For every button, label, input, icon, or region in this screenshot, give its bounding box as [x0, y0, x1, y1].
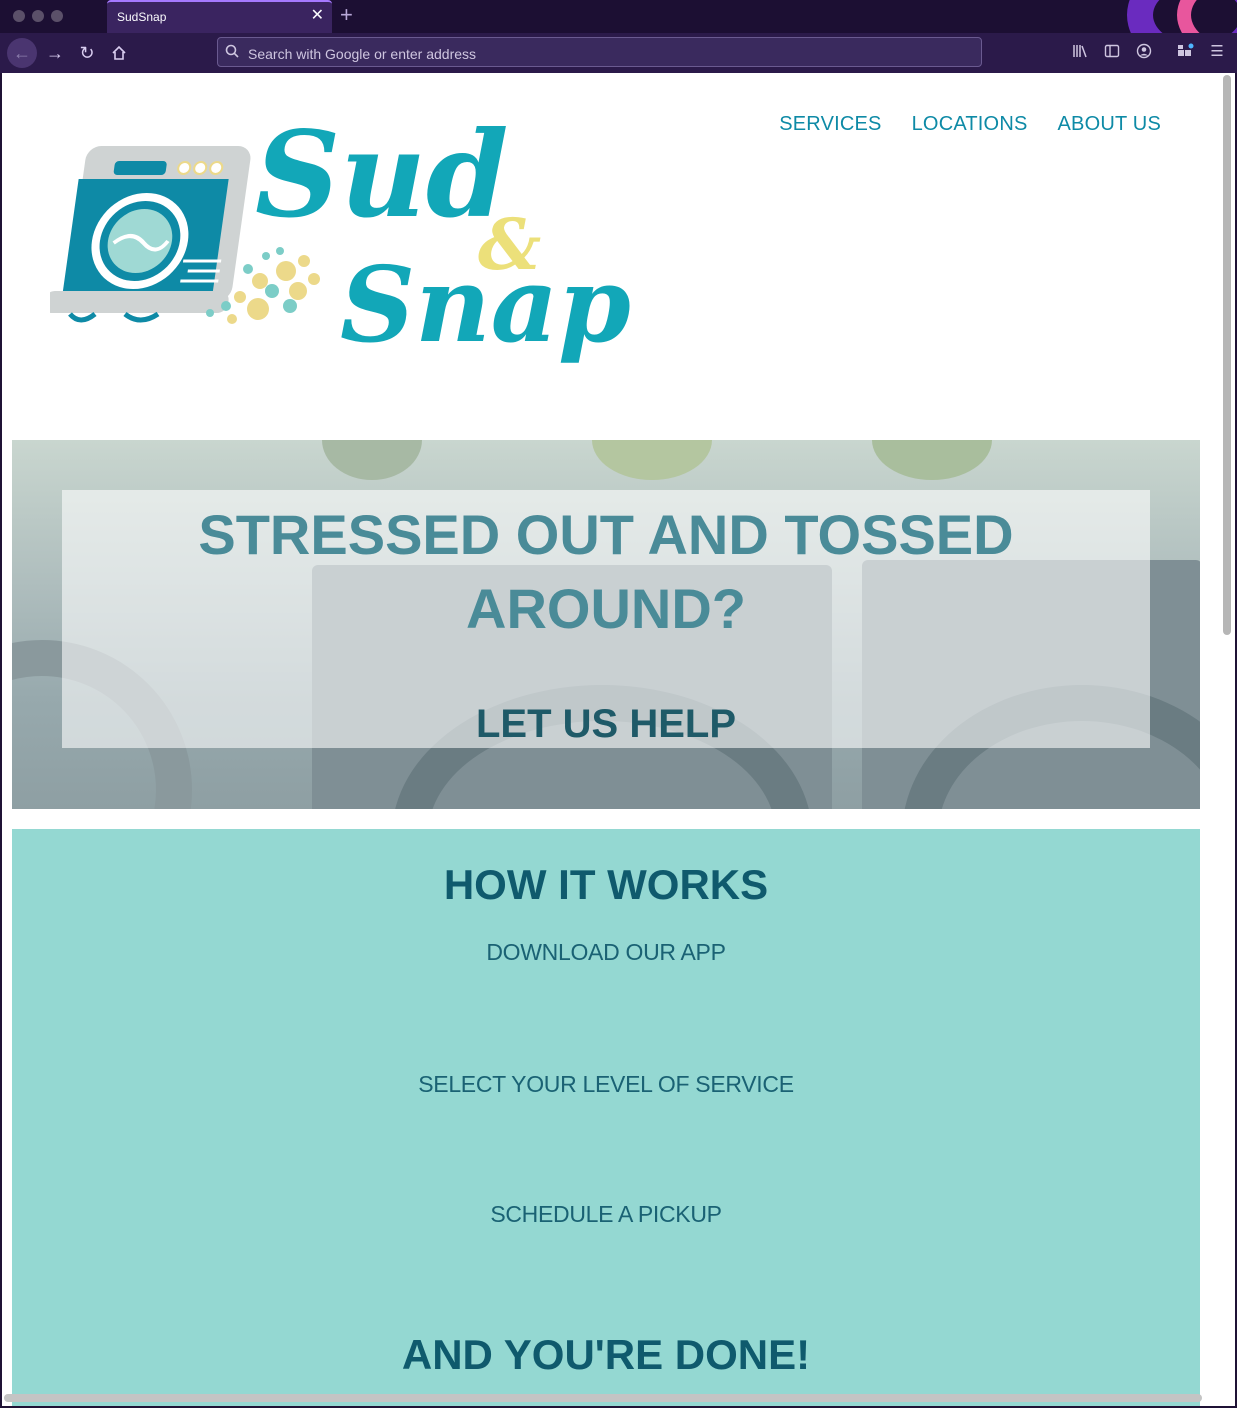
browser-chrome: SudSnap ✕ + ← → ↻ Search with Google or … [0, 0, 1237, 73]
address-placeholder: Search with Google or enter address [248, 46, 477, 62]
menu-icon[interactable]: ☰ [1208, 43, 1226, 61]
window-close-dot[interactable] [13, 10, 25, 22]
how-it-works-section: HOW IT WORKS DOWNLOAD OUR APP SELECT YOU… [12, 829, 1200, 1406]
step-select-service: SELECT YOUR LEVEL OF SERVICE [418, 1071, 794, 1097]
hero-photo-detail [592, 440, 712, 480]
window-zoom-dot[interactable] [51, 10, 63, 22]
window-minimize-dot[interactable] [32, 10, 44, 22]
hero-banner: STRESSED OUT AND TOSSED AROUND? LET US H… [12, 440, 1200, 809]
extensions-icon[interactable] [1176, 43, 1194, 61]
new-tab-icon[interactable]: + [340, 3, 353, 27]
nav-link-about-us[interactable]: ABOUT US [1058, 113, 1161, 136]
nav-link-locations[interactable]: LOCATIONS [912, 113, 1028, 136]
close-icon[interactable]: ✕ [311, 7, 324, 25]
account-icon[interactable] [1135, 43, 1153, 61]
hero-headline-line2: AROUND? [466, 577, 746, 640]
address-bar[interactable]: Search with Google or enter address [217, 37, 982, 67]
hero-headline: STRESSED OUT AND TOSSED AROUND? [62, 498, 1150, 646]
logo-word-sud: Sud [255, 105, 509, 244]
step-schedule-pickup: SCHEDULE A PICKUP [490, 1201, 722, 1227]
tab-title: SudSnap [117, 10, 167, 24]
how-it-works-title: HOW IT WORKS [443, 861, 769, 908]
logo-word-snap: Snap [340, 243, 630, 366]
sidebar-icon[interactable] [1103, 43, 1121, 61]
hero-photo-detail [322, 440, 422, 480]
step-download-app: DOWNLOAD OUR APP [486, 939, 726, 965]
sud-and-snap-logo[interactable]: Sud & Snap [50, 101, 630, 381]
closing-heading: AND YOU'RE DONE! [401, 1331, 811, 1378]
forward-icon[interactable]: → [40, 38, 70, 68]
page-viewport: Sud & Snap SERVICES LOCATIONS ABOUT US S… [2, 73, 1235, 1406]
vertical-scrollbar[interactable] [1223, 75, 1231, 635]
hero-photo-detail [872, 440, 992, 480]
back-icon[interactable]: ← [7, 38, 37, 68]
tab-strip: SudSnap ✕ + [0, 0, 1237, 33]
nav-link-services[interactable]: SERVICES [779, 113, 881, 136]
horizontal-scrollbar[interactable] [4, 1394, 1202, 1402]
hero-headline-line1: STRESSED OUT AND TOSSED [198, 503, 1014, 566]
tab-sudsnap[interactable]: SudSnap ✕ [107, 0, 332, 33]
reload-icon[interactable]: ↻ [72, 38, 102, 68]
home-icon[interactable] [104, 38, 134, 68]
theme-decoration [1177, 0, 1237, 33]
main-nav: SERVICES LOCATIONS ABOUT US [779, 113, 1161, 136]
hero-subheadline: LET US HELP [475, 702, 737, 746]
nav-toolbar: ← → ↻ Search with Google or enter addres… [0, 33, 1237, 73]
search-icon [225, 44, 239, 58]
library-icon[interactable] [1071, 43, 1089, 61]
